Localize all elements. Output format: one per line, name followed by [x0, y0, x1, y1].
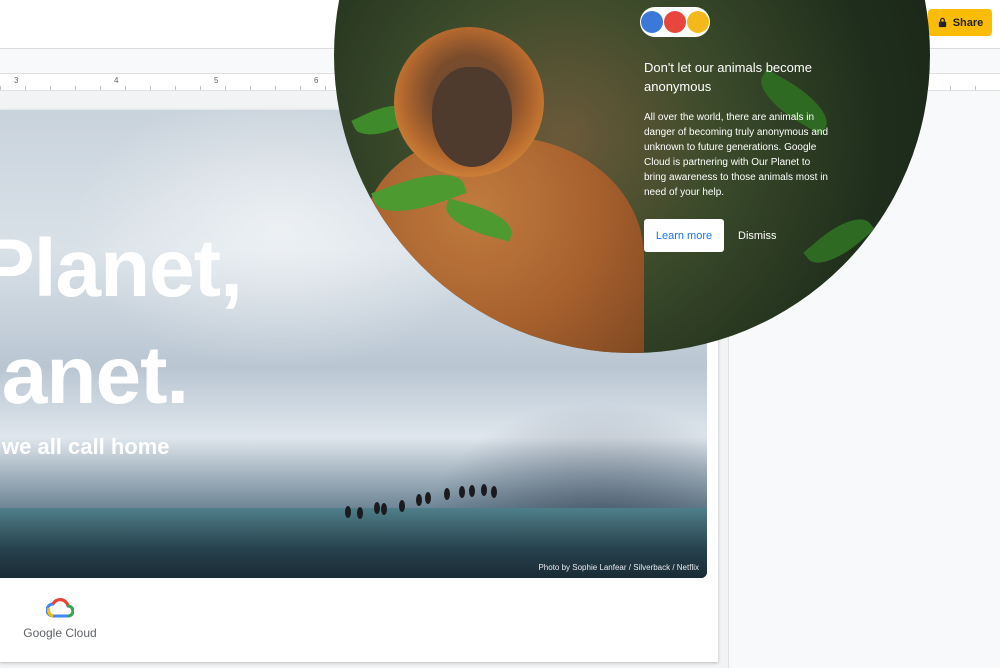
- lock-icon: [938, 17, 946, 28]
- slide-headline-line-2: lanet.: [0, 330, 189, 421]
- promo-title: Don't let our animals become anonymous: [644, 60, 812, 94]
- orangutan-face: [432, 67, 512, 167]
- orangutan-body: [364, 137, 644, 353]
- our-planet-badges: [640, 7, 710, 37]
- ruler-tick: 6: [314, 76, 319, 85]
- share-label: Share: [952, 16, 984, 29]
- animal-badge-icon: [664, 11, 686, 33]
- cloud-icon: [46, 598, 74, 618]
- slide-headline-line-1: Planet,: [0, 223, 243, 314]
- slide-subtitle: we all call home: [2, 434, 170, 459]
- dismiss-button[interactable]: Dismiss: [738, 219, 777, 252]
- ruler-tick: 4: [114, 76, 119, 85]
- animal-badge-icon: [641, 11, 663, 33]
- photo-credit: Photo by Sophie Lanfear / Silverback / N…: [538, 563, 699, 572]
- google-cloud-label: Google Cloud: [23, 626, 97, 640]
- promo-body: All over the world, there are animals in…: [644, 112, 829, 198]
- ruler-tick: 3: [14, 76, 19, 85]
- penguins-illustration: [345, 484, 497, 519]
- learn-more-button[interactable]: Learn more: [644, 219, 724, 252]
- ruler-tick: 5: [214, 76, 219, 85]
- share-button[interactable]: Share: [928, 9, 992, 36]
- google-cloud-logo: Google Cloud: [20, 598, 100, 646]
- animal-badge-icon: [687, 11, 709, 33]
